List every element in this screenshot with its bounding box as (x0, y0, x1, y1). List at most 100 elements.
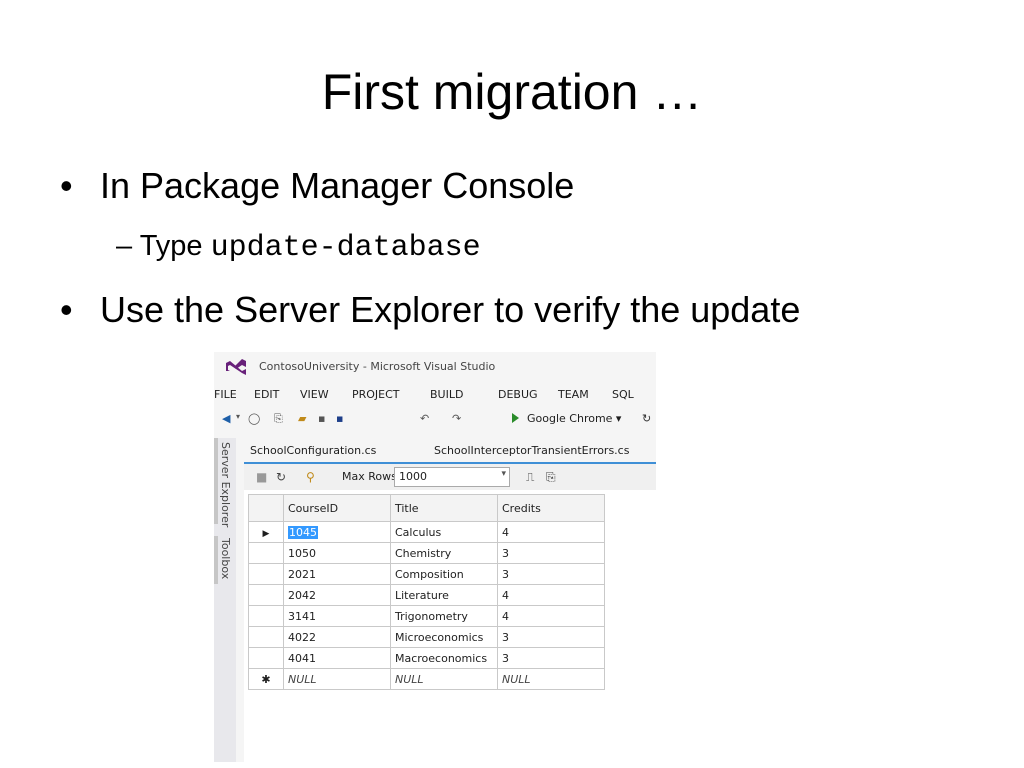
bullet-dot: • (60, 289, 73, 330)
tab-school-interceptor[interactable]: SchoolInterceptorTransientErrors.cs (434, 444, 629, 457)
table-cell[interactable]: 3141 (283, 605, 391, 627)
row-header[interactable] (248, 542, 284, 564)
command-code: update-database (210, 231, 481, 265)
standard-toolbar: ◀ ▾ ◯ ⎘ ▰ ▪ ▪ ↶ ↷ Google Chrome ▾ ↻ (214, 406, 656, 432)
bullet-text: In Package Manager Console (100, 165, 575, 206)
table-cell[interactable]: NULL (497, 668, 605, 690)
table-cell[interactable]: Chemistry (390, 542, 498, 564)
bullet-package-manager: • In Package Manager Console (60, 164, 574, 208)
table-cell[interactable]: NULL (283, 668, 391, 690)
row-header-corner (248, 494, 284, 522)
table-cell[interactable]: 3 (497, 563, 605, 585)
table-cell[interactable]: Literature (390, 584, 498, 606)
grid-header-row: CourseID Title Credits (248, 494, 605, 522)
tab-school-configuration[interactable]: SchoolConfiguration.cs (250, 444, 376, 457)
run-target-label: Google Chrome (527, 412, 613, 425)
table-row[interactable]: 4022 Microeconomics 3 (248, 626, 605, 648)
new-row-marker-icon: ✱ (248, 668, 284, 690)
new-row[interactable]: ✱ NULL NULL NULL (248, 668, 605, 690)
script-icon[interactable]: ⎍ (526, 470, 534, 485)
table-cell[interactable]: 2042 (283, 584, 391, 606)
row-header[interactable] (248, 626, 284, 648)
stop-icon[interactable]: ■ (256, 470, 267, 484)
sub-bullet-prefix: Type (139, 230, 203, 262)
table-cell[interactable]: 2021 (283, 563, 391, 585)
new-project-icon[interactable]: ⎘ (274, 412, 283, 426)
table-row[interactable]: 4041 Macroeconomics 3 (248, 647, 605, 669)
query-toolbar: ■ ↻ ⚲ Max Rows: 1000 ▾ ⎍ ⎘ (244, 464, 656, 490)
current-row-marker-icon: ▶ (248, 521, 284, 543)
sub-bullet-dash: – (116, 230, 133, 262)
menu-edit[interactable]: EDIT (254, 388, 279, 401)
menu-file[interactable]: FILE (214, 388, 237, 401)
table-row[interactable]: 3141 Trigonometry 4 (248, 605, 605, 627)
document-tab-strip: SchoolConfiguration.cs SchoolInterceptor… (244, 438, 656, 464)
start-debugging-icon[interactable] (512, 413, 519, 423)
toolbox-tab[interactable]: Toolbox (218, 538, 232, 579)
selected-cell-value: 1045 (288, 525, 318, 539)
table-cell[interactable]: NULL (390, 668, 498, 690)
table-cell[interactable]: Trigonometry (390, 605, 498, 627)
slide-title: First migration … (321, 64, 703, 120)
redo-icon[interactable]: ↷ (452, 412, 461, 425)
menu-team[interactable]: TEAM (558, 388, 589, 401)
open-file-icon[interactable]: ▰ (298, 412, 306, 425)
chevron-down-icon: ▾ (501, 469, 506, 479)
column-header-courseid[interactable]: CourseID (283, 494, 391, 522)
table-row[interactable]: 1050 Chemistry 3 (248, 542, 605, 564)
table-cell[interactable]: 4 (497, 584, 605, 606)
table-row[interactable]: 2021 Composition 3 (248, 563, 605, 585)
table-cell[interactable]: 3 (497, 647, 605, 669)
back-dropdown-icon[interactable]: ▾ (236, 412, 240, 421)
filter-icon[interactable]: ⚲ (306, 470, 315, 484)
menu-view[interactable]: VIEW (300, 388, 329, 401)
bullet-text: Use the Server Explorer to verify the up… (100, 289, 801, 330)
table-cell[interactable]: 3 (497, 542, 605, 564)
row-header[interactable] (248, 647, 284, 669)
max-rows-label: Max Rows: (342, 470, 401, 483)
menu-project[interactable]: PROJECT (352, 388, 400, 401)
visual-studio-logo-icon (226, 359, 246, 375)
export-icon[interactable]: ⎘ (546, 470, 556, 485)
sub-bullet-type-command: – Type update-database (116, 226, 481, 268)
max-rows-value: 1000 (399, 470, 427, 483)
max-rows-dropdown[interactable]: 1000 ▾ (394, 467, 510, 487)
table-row[interactable]: 2042 Literature 4 (248, 584, 605, 606)
table-cell[interactable]: Microeconomics (390, 626, 498, 648)
visual-studio-screenshot: ContosoUniversity - Microsoft Visual Stu… (214, 352, 656, 762)
table-cell[interactable]: 4 (497, 605, 605, 627)
refresh-data-icon[interactable]: ↻ (276, 470, 286, 484)
undo-icon[interactable]: ↶ (420, 412, 429, 425)
refresh-icon[interactable]: ↻ (642, 412, 651, 425)
table-cell[interactable]: Calculus (390, 521, 498, 543)
server-explorer-tab[interactable]: Server Explorer (218, 442, 232, 527)
document-area: SchoolConfiguration.cs SchoolInterceptor… (244, 438, 656, 762)
table-cell[interactable]: 4 (497, 521, 605, 543)
table-cell[interactable]: Macroeconomics (390, 647, 498, 669)
back-icon[interactable]: ◀ (222, 412, 230, 425)
table-cell[interactable]: 1050 (283, 542, 391, 564)
window-title: ContosoUniversity - Microsoft Visual Stu… (259, 360, 496, 373)
column-header-credits[interactable]: Credits (497, 494, 605, 522)
forward-icon[interactable]: ◯ (248, 412, 260, 425)
menu-debug[interactable]: DEBUG (498, 388, 538, 401)
row-header[interactable] (248, 584, 284, 606)
row-header[interactable] (248, 605, 284, 627)
table-cell[interactable]: 4022 (283, 626, 391, 648)
table-row[interactable]: ▶ 1045 Calculus 4 (248, 521, 605, 543)
table-cell[interactable]: 3 (497, 626, 605, 648)
run-target-dropdown[interactable]: Google Chrome ▾ (527, 412, 621, 425)
column-header-title[interactable]: Title (390, 494, 498, 522)
table-cell[interactable]: 1045 (283, 521, 391, 543)
save-all-icon[interactable]: ▪ (336, 412, 343, 425)
save-icon[interactable]: ▪ (318, 412, 325, 425)
table-cell[interactable]: 4041 (283, 647, 391, 669)
side-tool-strip: Server Explorer Toolbox (214, 438, 236, 762)
table-cell[interactable]: Composition (390, 563, 498, 585)
menu-bar: FILE EDIT VIEW PROJECT BUILD DEBUG TEAM … (214, 382, 656, 404)
vs-title-bar: ContosoUniversity - Microsoft Visual Stu… (214, 352, 656, 382)
bullet-dot: • (60, 165, 73, 206)
menu-sql[interactable]: SQL (612, 388, 634, 401)
menu-build[interactable]: BUILD (430, 388, 463, 401)
row-header[interactable] (248, 563, 284, 585)
